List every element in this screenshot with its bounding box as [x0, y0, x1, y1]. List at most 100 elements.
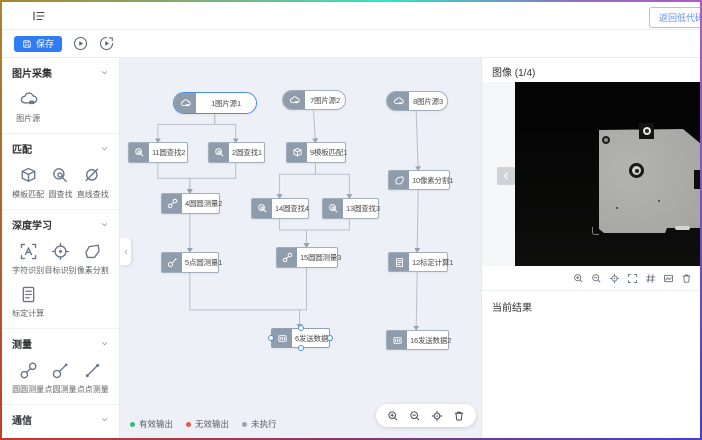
tool-item-label: 目标识别: [44, 265, 76, 276]
node-icon-box: [389, 253, 409, 271]
tool-item[interactable]: 目标识别: [44, 242, 76, 276]
section-header[interactable]: 匹配: [12, 141, 109, 156]
flow-node-9[interactable]: 9模板匹配1: [286, 142, 346, 163]
fullscreen-button[interactable]: [627, 273, 638, 284]
node-label: 8图片源3: [409, 92, 447, 110]
vision-image[interactable]: [515, 82, 700, 266]
flow-node-12[interactable]: 12标定计算1: [388, 252, 448, 272]
flow-node-14[interactable]: 14圆查找4: [251, 198, 309, 219]
back-to-lowcode-button[interactable]: 返回低代码: [649, 7, 700, 28]
tool-item[interactable]: 字符识别: [12, 242, 44, 276]
chev-left-icon: [122, 248, 130, 256]
tool-item[interactable]: 圆圆测量: [12, 361, 44, 395]
section-header[interactable]: 通信: [12, 412, 109, 427]
target-icon: [51, 242, 70, 261]
tool-item[interactable]: 图片源: [12, 90, 44, 124]
section-header[interactable]: 图片采集: [12, 65, 109, 80]
legend-item: 未执行: [242, 418, 277, 430]
tool-item-label: 直线查找: [77, 189, 109, 200]
tool-item[interactable]: 直线查找: [77, 166, 109, 200]
flow-canvas[interactable]: 1图片源1 7图片源2 8图片源3 11圆查找2 2圆查找1 9模板匹配1 10像素分割1 4…: [120, 58, 481, 438]
save-button[interactable]: 保存: [14, 36, 62, 52]
tool-item[interactable]: 点点测量: [77, 361, 109, 395]
tool-item[interactable]: 标定计算: [12, 285, 44, 319]
flow-node-1[interactable]: 1图片源1: [173, 92, 257, 114]
node-icon-box: [272, 329, 292, 347]
tool-item[interactable]: 点圆测量: [44, 361, 76, 395]
save-icon: [22, 39, 32, 49]
tool-item-label: 字符识别: [12, 265, 44, 276]
node-icon-box: [252, 199, 272, 218]
tool-item-label: 点点测量: [77, 384, 109, 395]
camera-icon: [19, 90, 38, 109]
tool-item[interactable]: [12, 437, 44, 438]
tool-item[interactable]: 圆查找: [44, 166, 76, 200]
locate-button[interactable]: [431, 410, 443, 422]
flow-node-13[interactable]: 13圆查找3: [322, 198, 379, 219]
flow-node-16[interactable]: 16发送数据2: [386, 330, 449, 350]
zoom-out-icon: [591, 273, 602, 284]
zoom-out-button[interactable]: [591, 273, 602, 284]
flow-node-7[interactable]: 7图片源2: [282, 90, 346, 110]
zoom-in-button[interactable]: [387, 410, 399, 422]
flow-node-10[interactable]: 10像素分割1: [388, 170, 450, 190]
flow-node-6[interactable]: 6发送数据1: [271, 328, 330, 348]
locate-icon: [431, 410, 443, 422]
node-label: 13圆查找3: [343, 199, 383, 218]
flow-node-5[interactable]: 5点圆测量1: [161, 252, 219, 273]
tool-item-label: 圆圆测量: [12, 384, 44, 395]
find-circle-icon: [257, 203, 268, 214]
trash-button[interactable]: [453, 410, 465, 422]
find-circle-icon: [214, 147, 225, 158]
cube-icon: [292, 147, 303, 158]
zoom-in-button[interactable]: [573, 273, 584, 284]
send-icon: [392, 335, 403, 346]
zoom-out-icon: [409, 410, 421, 422]
trash-button[interactable]: [681, 273, 692, 284]
node-label: 10像素分割1: [409, 171, 456, 189]
send-icon: [19, 437, 38, 438]
tool-item[interactable]: 模板匹配: [12, 166, 44, 200]
image-viewer: [482, 82, 700, 266]
step-run-button[interactable]: [99, 36, 114, 51]
section-title: 匹配: [12, 141, 32, 156]
node-icon-box: [209, 143, 229, 162]
compare-button[interactable]: [663, 273, 674, 284]
chev-down-icon: [100, 144, 109, 153]
legend-item: 无效输出: [186, 418, 229, 430]
tool-item[interactable]: 像素分割: [77, 242, 109, 276]
menu-icon[interactable]: [32, 9, 46, 23]
find-circle-icon: [134, 147, 145, 158]
chev-down-icon: [100, 339, 109, 348]
collapse-panel-handle[interactable]: [120, 238, 131, 265]
chev-left-icon: [501, 171, 511, 181]
play-icon: [73, 36, 88, 51]
result-panel-body: [482, 322, 700, 438]
zoom-out-button[interactable]: [409, 410, 421, 422]
save-icon: [22, 39, 32, 49]
measure-cc-icon: [282, 252, 293, 263]
top-bar: 返回低代码: [2, 2, 700, 30]
flow-node-4[interactable]: 4圆圆测量2: [161, 193, 220, 214]
sidebar-section-5: 通信: [2, 405, 119, 438]
grid-button[interactable]: [645, 273, 656, 284]
sidebar-section-2: 匹配模板匹配圆查找直线查找: [2, 134, 119, 210]
section-header[interactable]: 深度学习: [12, 217, 109, 232]
flow-node-2[interactable]: 2圆查找1: [208, 142, 265, 163]
prev-image-button[interactable]: [497, 167, 515, 185]
send-icon: [277, 333, 288, 344]
locate-button[interactable]: [609, 273, 620, 284]
run-button[interactable]: [73, 36, 88, 51]
node-label: 14圆查找4: [272, 199, 312, 218]
part-top-tab: [639, 123, 654, 139]
flow-node-15[interactable]: 15圆圆测量3: [276, 247, 338, 268]
canvas-legend: 有效输出无效输出未执行: [130, 418, 277, 430]
flow-node-11[interactable]: 11圆查找2: [128, 142, 188, 163]
doc-icon: [394, 257, 405, 268]
canvas-zoom-controls: [376, 404, 476, 427]
section-header[interactable]: 测量: [12, 336, 109, 351]
node-icon-box: [283, 91, 305, 109]
tool-item-label: 点圆测量: [44, 384, 76, 395]
flow-node-8[interactable]: 8图片源3: [386, 91, 448, 111]
doc-icon: [19, 285, 38, 304]
